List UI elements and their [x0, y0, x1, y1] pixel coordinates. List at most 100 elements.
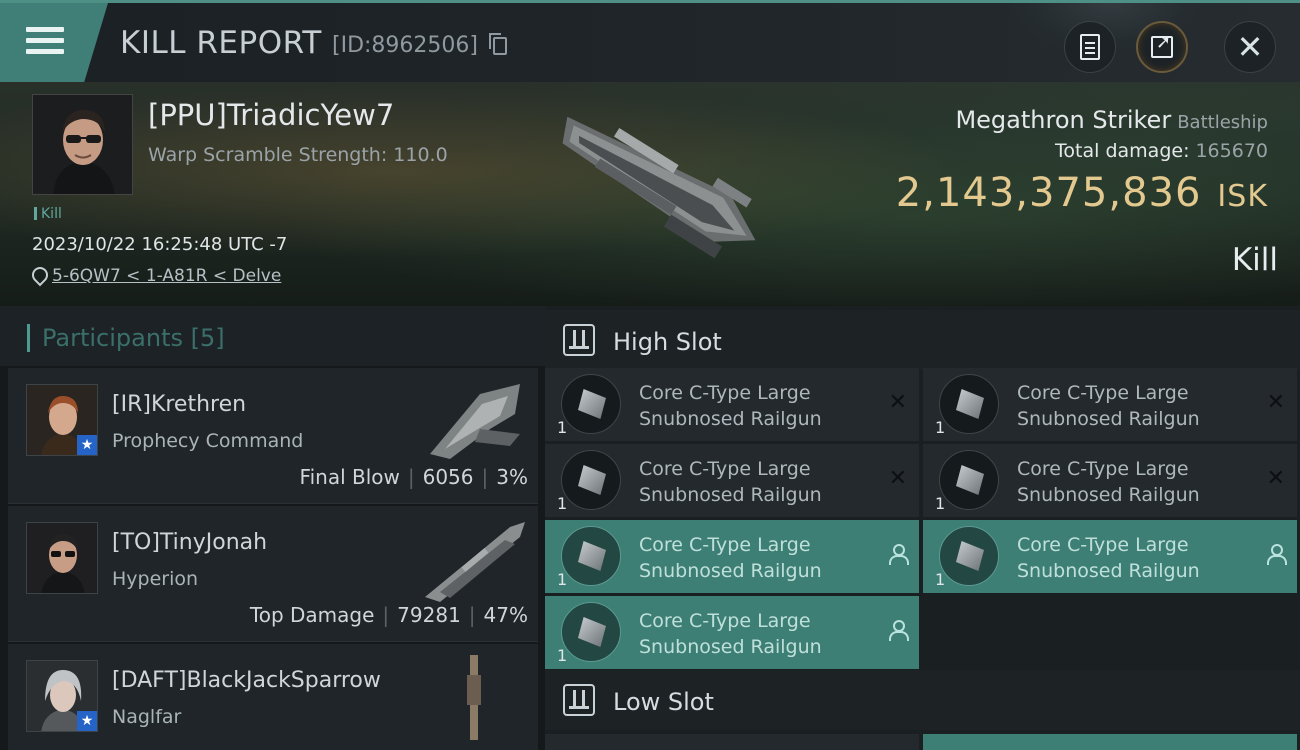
participant-avatar: ★ — [26, 384, 98, 456]
corp-star-icon: ★ — [77, 435, 97, 455]
module-item[interactable]: 1 Core C-Type Large Snubnosed Railgun — [545, 596, 919, 669]
participant-ship-image — [430, 384, 520, 459]
hamburger-menu-icon — [26, 27, 64, 55]
module-item[interactable]: 1 Core C-Type Large Snubnosed Railgun ✕ — [545, 444, 919, 517]
low-slot-header: Low Slot — [545, 670, 1300, 730]
victim-banner: [PPU]TriadicYew7 Warp Scramble Strength:… — [0, 82, 1300, 306]
participant-ship: Naglfar — [112, 706, 182, 728]
participant-avatar — [26, 522, 98, 594]
module-name: Core C-Type Large Snubnosed Railgun — [639, 382, 822, 430]
participant-name: [DAFT]BlackJackSparrow — [112, 668, 381, 693]
participant-avatar: ★ — [26, 660, 98, 732]
destroyed-icon: ✕ — [888, 390, 907, 415]
module-name: Core C-Type Large Snubnosed Railgun — [639, 610, 822, 658]
low-slot-module-peek[interactable] — [545, 734, 919, 750]
module-quantity: 1 — [935, 418, 946, 437]
document-button[interactable] — [1064, 21, 1116, 73]
participant-stats: Top Damage | 79281 | 47% — [249, 603, 528, 627]
kill-location[interactable]: 5-6QW7 < 1-A81R < Delve — [32, 266, 281, 286]
dropped-person-icon — [889, 544, 909, 565]
destroyed-icon: ✕ — [888, 466, 907, 491]
share-button[interactable] — [1136, 21, 1188, 73]
total-damage-label: Total damage: — [1055, 140, 1190, 162]
total-damage-value: 165670 — [1195, 140, 1268, 162]
corp-star-icon: ★ — [77, 711, 97, 731]
railgun-icon — [939, 374, 999, 434]
railgun-icon — [939, 450, 999, 510]
copy-id-icon[interactable] — [489, 33, 507, 55]
isk-value: 2,143,375,836 ISK — [896, 170, 1268, 216]
module-quantity: 1 — [557, 646, 568, 665]
ship-name[interactable]: Megathron Striker — [955, 106, 1171, 134]
participant-card[interactable]: [TO]TinyJonah Hyperion Top Damage | 79281 |… — [8, 506, 538, 642]
victim-ship-image — [562, 116, 756, 259]
high-slot-header: High Slot — [545, 310, 1300, 370]
ship-class: Battleship — [1177, 112, 1268, 133]
high-slot-title: High Slot — [613, 328, 722, 356]
participant-damage: 6056 — [422, 465, 474, 489]
document-icon — [1080, 34, 1100, 60]
participant-card[interactable]: ★ [IR]Krethren Prophecy Command Final Bl… — [8, 368, 538, 504]
module-item[interactable]: 1 Core C-Type Large Snubnosed Railgun ✕ — [923, 444, 1297, 517]
railgun-icon — [561, 374, 621, 434]
participant-stats: Final Blow | 6056 | 3% — [299, 465, 528, 489]
participant-role: Top Damage — [249, 603, 375, 627]
module-quantity: 1 — [935, 570, 946, 589]
participant-name: [TO]TinyJonah — [112, 530, 268, 555]
participant-card[interactable]: ★ [DAFT]BlackJackSparrow Naglfar — [8, 644, 538, 750]
kill-timestamp: 2023/10/22 16:25:48 UTC -7 — [32, 234, 288, 255]
location-pin-icon — [32, 267, 46, 285]
total-damage: Total damage: 165670 — [1055, 140, 1268, 162]
page-title: KILL REPORT — [120, 25, 322, 61]
module-quantity: 1 — [557, 494, 568, 513]
dropped-person-icon — [889, 620, 909, 641]
fitting-slots-panel: High Slot 1 Core C-Type Large Snubnosed R… — [545, 306, 1300, 750]
module-item[interactable]: 1 Core C-Type Large Snubnosed Railgun — [923, 520, 1297, 593]
kill-result: Kill — [1231, 242, 1278, 278]
menu-button[interactable] — [0, 3, 108, 82]
railgun-icon — [561, 602, 621, 662]
participants-title: Participants [5] — [27, 324, 225, 352]
railgun-icon — [561, 450, 621, 510]
railgun-icon — [561, 526, 621, 586]
destroyed-icon: ✕ — [1266, 466, 1285, 491]
module-quantity: 1 — [557, 570, 568, 589]
module-name: Core C-Type Large Snubnosed Railgun — [639, 534, 822, 582]
dropped-person-icon — [1267, 544, 1287, 565]
share-icon — [1151, 32, 1173, 58]
close-icon: ✕ — [1236, 28, 1264, 66]
participant-percent: 3% — [496, 465, 528, 489]
victim-ship-type: Megathron Striker Battleship — [955, 106, 1268, 134]
location-link[interactable]: 5-6QW7 < 1-A81R < Delve — [52, 266, 281, 286]
high-slot-icon — [563, 324, 595, 356]
module-quantity: 1 — [557, 418, 568, 437]
low-slot-title: Low Slot — [613, 688, 714, 716]
low-slot-module-peek[interactable] — [923, 734, 1297, 750]
module-item[interactable]: 1 Core C-Type Large Snubnosed Railgun ✕ — [923, 368, 1297, 441]
railgun-icon — [939, 526, 999, 586]
isk-amount: 2,143,375,836 — [895, 170, 1202, 216]
kill-tag: Kill — [34, 206, 62, 222]
close-button[interactable]: ✕ — [1224, 21, 1276, 73]
module-name: Core C-Type Large Snubnosed Railgun — [639, 458, 822, 506]
participant-ship: Prophecy Command — [112, 430, 304, 452]
report-id: [ID:8962506] — [332, 33, 478, 58]
participant-damage: 79281 — [397, 603, 461, 627]
participant-name: [IR]Krethren — [112, 392, 247, 417]
module-name: Core C-Type Large Snubnosed Railgun — [1017, 382, 1200, 430]
module-name: Core C-Type Large Snubnosed Railgun — [1017, 458, 1200, 506]
victim-avatar[interactable] — [32, 94, 133, 195]
isk-unit: ISK — [1217, 179, 1268, 214]
module-name: Core C-Type Large Snubnosed Railgun — [1017, 534, 1200, 582]
module-item[interactable]: 1 Core C-Type Large Snubnosed Railgun — [545, 520, 919, 593]
warp-scramble-strength: Warp Scramble Strength: 110.0 — [148, 144, 448, 166]
module-item[interactable]: 1 Core C-Type Large Snubnosed Railgun ✕ — [545, 368, 919, 441]
victim-name[interactable]: [PPU]TriadicYew7 — [148, 98, 394, 132]
participants-panel: Participants [5] ★ [IR]Krethren Prophecy… — [0, 306, 545, 750]
header-bar: KILL REPORT [ID:8962506] ✕ — [0, 0, 1300, 82]
module-quantity: 1 — [935, 494, 946, 513]
participant-percent: 47% — [483, 603, 528, 627]
destroyed-icon: ✕ — [1266, 390, 1285, 415]
participant-ship: Hyperion — [112, 568, 199, 590]
participant-ship-image — [425, 522, 525, 602]
